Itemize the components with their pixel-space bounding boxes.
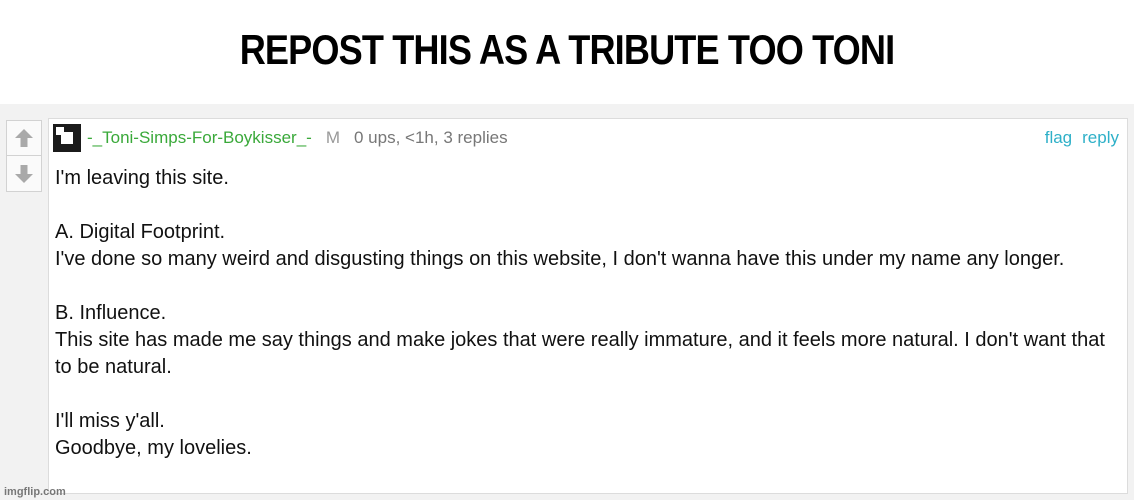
comment-line: A. Digital Footprint. bbox=[55, 221, 226, 243]
downvote-button[interactable] bbox=[6, 156, 42, 192]
meme-header: REPOST THIS AS A TRIBUTE TOO TONI bbox=[0, 0, 1134, 104]
comment-line: I'll miss y'all. bbox=[55, 410, 165, 432]
reply-link[interactable]: reply bbox=[1082, 128, 1119, 148]
comment-meta: -_Toni-Simps-For-Boykisser_- M 0 ups, <1… bbox=[53, 123, 1119, 153]
comment: -_Toni-Simps-For-Boykisser_- M 0 ups, <1… bbox=[48, 118, 1128, 494]
comment-paragraph: A. Digital Footprint. I've done so many … bbox=[55, 219, 1113, 273]
upvote-button[interactable] bbox=[6, 120, 42, 156]
comment-line: Goodbye, my lovelies. bbox=[55, 437, 252, 459]
username-link[interactable]: -_Toni-Simps-For-Boykisser_- bbox=[87, 128, 312, 148]
comment-paragraph: I'll miss y'all. Goodbye, my lovelies. bbox=[55, 408, 1113, 462]
comment-paragraph: I'm leaving this site. bbox=[55, 165, 1113, 192]
mod-badge: M bbox=[325, 128, 340, 147]
comment-line: I'm leaving this site. bbox=[55, 167, 229, 189]
flag-link[interactable]: flag bbox=[1045, 128, 1072, 148]
comment-line: I've done so many weird and disgusting t… bbox=[55, 248, 1065, 270]
meme-caption: REPOST THIS AS A TRIBUTE TOO TONI bbox=[239, 26, 895, 73]
comment-line: This site has made me say things and mak… bbox=[55, 329, 1105, 378]
comment-line: B. Influence. bbox=[55, 302, 167, 324]
watermark: imgflip.com bbox=[4, 486, 66, 498]
comment-screenshot: -_Toni-Simps-For-Boykisser_- M 0 ups, <1… bbox=[0, 104, 1134, 500]
comment-stats: 0 ups, <1h, 3 replies bbox=[354, 128, 508, 147]
arrow-up-icon bbox=[15, 129, 33, 147]
comment-body: I'm leaving this site. A. Digital Footpr… bbox=[55, 165, 1113, 462]
arrow-down-icon bbox=[15, 164, 33, 183]
vote-column bbox=[6, 120, 46, 192]
comment-paragraph: B. Influence. This site has made me say … bbox=[55, 300, 1113, 381]
avatar[interactable] bbox=[53, 124, 81, 152]
